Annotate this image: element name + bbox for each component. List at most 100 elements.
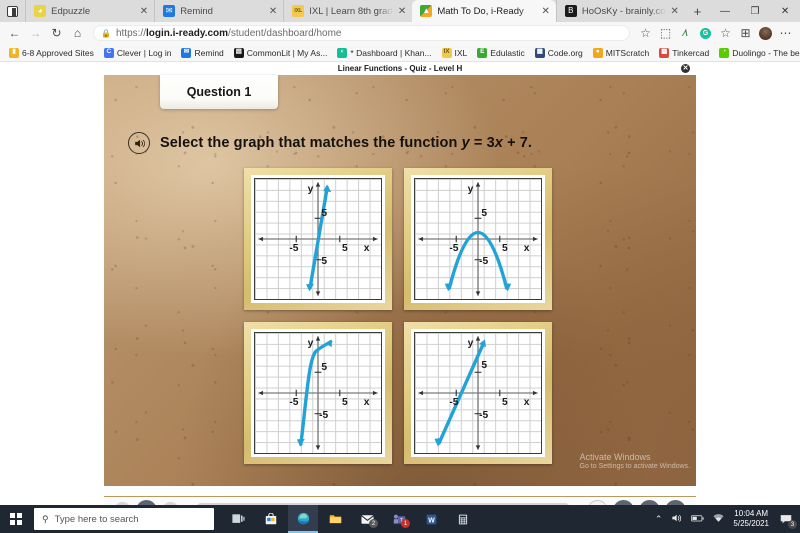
clock-time: 10:04 AM [734, 509, 769, 518]
answer-choice-b-inner: -5 5 5 -5 y x [411, 175, 545, 303]
answer-choice-a[interactable]: -5 5 5 5 y x [244, 168, 392, 310]
bookmark-codeorg[interactable]: ▦ Code.org [530, 47, 588, 58]
wifi-icon[interactable] [713, 513, 724, 525]
battery-icon[interactable] [691, 514, 704, 525]
lesson-stage: Question 1 Select the graph that matches… [104, 75, 696, 486]
action-center-icon[interactable]: 3 [778, 511, 797, 529]
tab-close-icon[interactable]: ✕ [140, 6, 148, 17]
microsoft-store-button[interactable] [256, 505, 286, 533]
bookmark-label: CommonLit | My As... [246, 47, 328, 58]
tab-close-icon[interactable]: ✕ [671, 6, 679, 17]
bookmark-label: Remind [194, 47, 224, 58]
tinkercad-favicon: ▩ [659, 47, 670, 58]
favorites-bar-icon[interactable]: ☆ [716, 24, 735, 43]
microsoft-edge-button[interactable] [288, 505, 318, 533]
speaker-icon[interactable] [128, 132, 150, 154]
microsoft-teams-button[interactable]: T 1 [384, 505, 414, 533]
collections-icon[interactable]: ⬚ [656, 24, 675, 43]
svg-text:-5: -5 [479, 410, 489, 421]
answer-choice-d[interactable]: -5 5 5 -5 y x [404, 322, 552, 464]
bookmark-tinkercad[interactable]: ▩ Tinkercad [654, 47, 714, 58]
codeorg-favicon: ▦ [534, 47, 545, 58]
url-path: /student/dashboard/home [228, 27, 342, 39]
action-center-badge: 3 [788, 520, 797, 529]
bookmark-label: Duolingo - The bes... [732, 47, 800, 58]
browser-toolbar-icons: ☆ ⬚ ⁄\ G ☆ ⊞ ⋯ [636, 24, 795, 43]
taskbar-search[interactable]: ⚲ Type here to search [34, 508, 214, 530]
svg-text:y: y [308, 338, 314, 349]
browser-tab-ixl[interactable]: IXL IXL | Learn 8th grade math ✕ [283, 0, 412, 22]
settings-more-icon[interactable]: ⋯ [776, 24, 795, 43]
bookmark-ixl[interactable]: IX IXL [437, 47, 473, 58]
ixl-favicon: IX [441, 47, 452, 58]
bookmark-mitscratch[interactable]: ● MITScratch [588, 47, 654, 58]
browser-tab-remind[interactable]: ✉ Remind ✕ [154, 0, 283, 22]
bookmark-duolingo[interactable]: ◔ Duolingo - The bes... [714, 47, 800, 58]
microsoft-word-button[interactable]: W [416, 505, 446, 533]
grammarly-extension-icon[interactable]: G [696, 24, 715, 43]
edulastic-favicon: E [477, 47, 488, 58]
answer-choice-b[interactable]: -5 5 5 -5 y x [404, 168, 552, 310]
address-bar[interactable]: 🔒 https://login.i-ready.com/student/dash… [93, 25, 630, 41]
calculator-button[interactable] [448, 505, 478, 533]
bookmark-khan-academy[interactable]: ◐ * Dashboard | Khan... [332, 47, 436, 58]
bookmark-clever[interactable]: C Clever | Log in [99, 47, 177, 58]
address-bar-url: https://login.i-ready.com/student/dashbo… [116, 28, 342, 39]
svg-text:x: x [364, 397, 370, 408]
bookmark-edulastic[interactable]: E Edulastic [472, 47, 530, 58]
answer-choice-c[interactable]: -5 5 5 -5 y x [244, 322, 392, 464]
file-explorer-button[interactable] [320, 505, 350, 533]
task-view-button[interactable] [224, 505, 254, 533]
bookmark-approved-sites[interactable]: ▮ 6-8 Approved Sites [4, 47, 99, 58]
show-hidden-icons-chevron-icon[interactable]: ⌃ [655, 514, 663, 525]
svg-text:5: 5 [502, 243, 508, 254]
graph-d-svg: -5 5 5 -5 y x [418, 336, 538, 450]
bookmark-label: Clever | Log in [116, 47, 172, 58]
home-icon[interactable]: ⌂ [68, 24, 87, 43]
question-text-prefix: Select the graph that matches the functi… [160, 135, 462, 151]
tab-close-icon[interactable]: ✕ [541, 6, 549, 17]
windows-taskbar: ⚲ Type here to search 2 1 W ⌃ 10:04 AM 5… [0, 505, 800, 533]
new-tab-button[interactable]: + [685, 0, 710, 22]
svg-text:5: 5 [342, 397, 348, 408]
answer-choice-c-inner: -5 5 5 -5 y x [251, 329, 385, 457]
tab-close-icon[interactable]: ✕ [398, 6, 406, 17]
tab-label: HoOsKy - brainly.com [581, 5, 666, 17]
maximize-button[interactable]: ❐ [740, 0, 770, 22]
close-window-button[interactable]: ✕ [770, 0, 800, 22]
browser-tab-edpuzzle[interactable]: ◕ Edpuzzle ✕ [25, 0, 154, 22]
iready-lesson-window: Linear Functions - Quiz - Level H ✕ Ques… [104, 62, 696, 496]
lesson-close-icon[interactable]: ✕ [681, 64, 690, 73]
bookmark-remind[interactable]: ✉ Remind [176, 47, 228, 58]
mail-badge: 2 [369, 519, 378, 528]
graph-b-svg: -5 5 5 -5 y x [418, 182, 538, 296]
edpuzzle-favicon: ◕ [34, 5, 47, 17]
browser-tab-iready[interactable]: ▲ Math To Do, i-Ready ✕ [412, 0, 556, 22]
svg-text:W: W [428, 517, 435, 524]
read-aloud-icon[interactable]: ⁄\ [676, 24, 695, 43]
question-var-y: y [461, 135, 470, 151]
mail-button[interactable]: 2 [352, 505, 382, 533]
add-extension-icon[interactable]: ⊞ [736, 24, 755, 43]
start-button[interactable] [0, 505, 32, 533]
avatar[interactable] [756, 24, 775, 43]
tab-close-icon[interactable]: ✕ [269, 6, 277, 17]
forward-icon[interactable]: → [26, 24, 45, 43]
minimize-button[interactable]: — [710, 0, 740, 22]
tab-actions-glyph [7, 5, 19, 17]
bookmark-label: Code.org [547, 47, 583, 58]
refresh-icon[interactable]: ↻ [47, 24, 66, 43]
tab-actions-icon[interactable] [0, 0, 25, 22]
volume-icon[interactable] [671, 513, 682, 525]
bookmark-commonlit[interactable]: ▤ CommonLit | My As... [229, 47, 333, 58]
bookmark-label: IXL [454, 47, 468, 58]
add-favorite-icon[interactable]: ☆ [636, 24, 655, 43]
url-scheme: https:// [115, 27, 146, 39]
iready-favicon: ▲ [420, 5, 433, 17]
avatar-image [759, 26, 772, 40]
svg-text:y: y [308, 184, 314, 195]
graph-a: -5 5 5 5 y x [254, 178, 382, 300]
browser-tab-brainly[interactable]: B HoOsKy - brainly.com ✕ [555, 0, 685, 22]
taskbar-clock[interactable]: 10:04 AM 5/25/2021 [733, 509, 769, 529]
back-icon[interactable]: ← [5, 24, 24, 43]
